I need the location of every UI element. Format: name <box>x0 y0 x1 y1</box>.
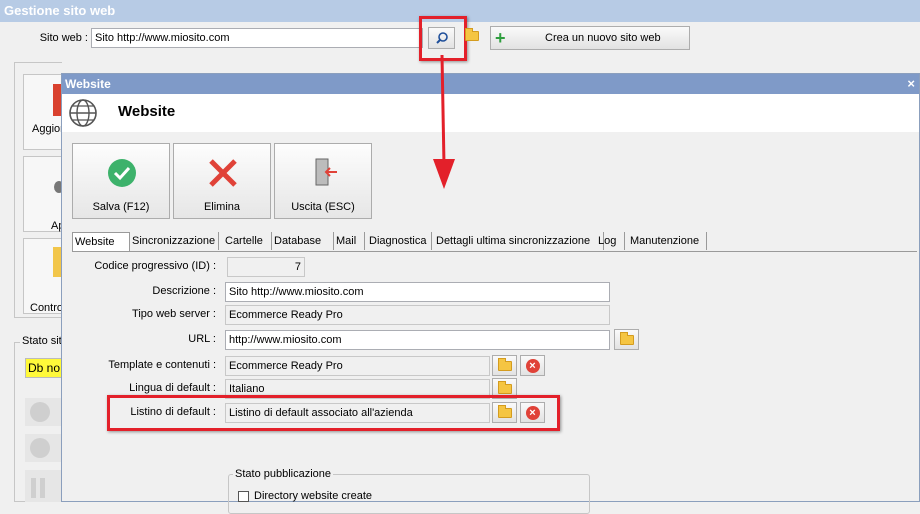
dialog-header: Website <box>62 94 919 132</box>
folder-icon <box>497 380 512 394</box>
pause-button[interactable] <box>25 470 62 502</box>
dialog-title-bar: Website × <box>62 74 919 94</box>
url-label: URL : <box>188 333 216 345</box>
tab-sincronizzazione[interactable]: Sincronizzazione <box>130 232 219 250</box>
new-site-button[interactable]: + Crea un nuovo sito web <box>490 26 690 50</box>
folder-icon <box>497 357 512 371</box>
url-browse-button[interactable] <box>614 329 639 350</box>
directory-created-checkbox[interactable] <box>238 491 249 502</box>
stop-icon <box>30 438 50 458</box>
server-label: Tipo web server : <box>132 308 216 320</box>
pause-icon <box>40 478 45 498</box>
tab-log[interactable]: Log <box>596 232 625 250</box>
tab-database[interactable]: Database <box>272 232 334 250</box>
delete-label: Elimina <box>203 201 241 213</box>
stato-group-title: Stato pubblicazione <box>233 468 334 480</box>
plus-icon: + <box>495 27 506 48</box>
tab-manutenzione[interactable]: Manutenzione <box>628 232 707 250</box>
template-clear-button[interactable]: × <box>520 355 545 376</box>
stop-button[interactable] <box>25 434 62 462</box>
tab-dettagli[interactable]: Dettagli ultima sincronizzazione <box>434 232 604 250</box>
play-button[interactable] <box>25 398 62 426</box>
template-label: Template e contenuti : <box>108 359 216 371</box>
control-label: Contro <box>30 302 64 314</box>
tab-website[interactable]: Website <box>72 232 130 251</box>
desc-label: Descrizione : <box>152 285 216 297</box>
save-label: Salva (F12) <box>92 201 150 213</box>
folder-icon <box>619 331 634 345</box>
dialog-title: Website <box>65 77 111 91</box>
delete-button[interactable]: Elimina <box>173 143 271 219</box>
clear-icon: × <box>525 358 540 373</box>
status-panel-label: Stato sit <box>20 335 64 347</box>
new-site-label: Crea un nuovo sito web <box>545 32 661 44</box>
site-label: Sito web : <box>39 32 88 44</box>
tab-cartelle[interactable]: Cartelle <box>223 232 272 250</box>
exit-door-icon <box>315 158 337 186</box>
tab-strip: Website Sincronizzazione Cartelle Databa… <box>72 232 917 252</box>
template-browse-button[interactable] <box>492 355 517 376</box>
update-button[interactable]: Aggior <box>23 74 64 150</box>
close-icon[interactable]: × <box>907 74 915 94</box>
dialog-header-title: Website <box>118 103 176 120</box>
db-status-badge: Db no <box>25 358 62 378</box>
save-button[interactable]: Salva (F12) <box>72 143 170 219</box>
template-field: Ecommerce Ready Pro <box>225 356 490 376</box>
annotation-arrow <box>433 55 455 189</box>
server-field: Ecommerce Ready Pro <box>225 305 610 325</box>
apply-button[interactable]: Ap <box>23 156 64 232</box>
checkmark-icon <box>108 159 136 187</box>
play-icon <box>30 402 50 422</box>
website-dialog: Website × Website Salva (F12) Elimina Us… <box>61 73 920 514</box>
update-label: Aggior <box>32 123 64 135</box>
directory-created-label: Directory website create <box>254 490 372 502</box>
control-button[interactable]: Contro <box>23 238 63 314</box>
globe-icon <box>69 99 97 127</box>
highlight-box-listino <box>107 395 560 431</box>
id-field: 7 <box>227 257 305 277</box>
app-title: Gestione sito web <box>4 3 116 18</box>
site-field[interactable]: Sito http://www.miosito.com <box>91 28 423 48</box>
url-field[interactable]: http://www.miosito.com <box>225 330 610 350</box>
folder-icon[interactable] <box>465 28 479 41</box>
desc-field[interactable]: Sito http://www.miosito.com <box>225 282 610 302</box>
tab-mail[interactable]: Mail <box>334 232 365 250</box>
tab-diagnostica[interactable]: Diagnostica <box>367 232 432 250</box>
exit-label: Uscita (ESC) <box>291 201 355 213</box>
delete-x-icon <box>209 159 237 187</box>
exit-button[interactable]: Uscita (ESC) <box>274 143 372 219</box>
id-label: Codice progressivo (ID) : <box>94 260 216 272</box>
